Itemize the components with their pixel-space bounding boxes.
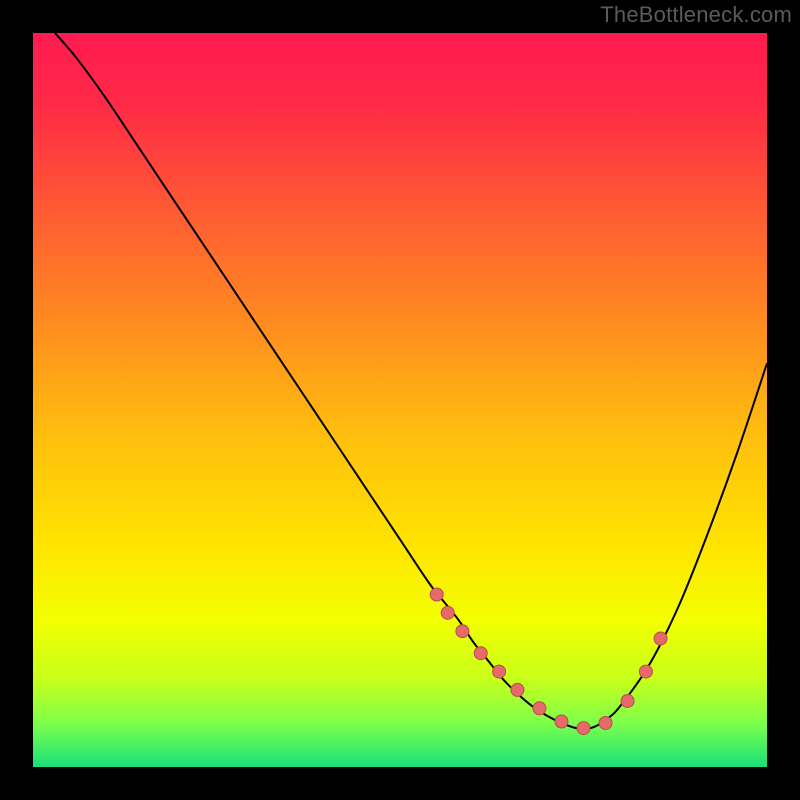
sample-dot: [639, 665, 652, 678]
chart-frame: TheBottleneck.com: [0, 0, 800, 800]
sample-dot: [599, 716, 612, 729]
chart-plot-area: [33, 33, 767, 767]
sample-dot: [474, 647, 487, 660]
sample-dot: [511, 683, 524, 696]
sample-dot: [555, 715, 568, 728]
watermark-text: TheBottleneck.com: [600, 2, 792, 28]
sample-dot: [456, 625, 469, 638]
sample-dot: [430, 588, 443, 601]
sample-dot: [577, 722, 590, 735]
sample-dot: [533, 702, 546, 715]
sample-dot: [621, 694, 634, 707]
sample-dot: [654, 632, 667, 645]
sample-dot: [441, 606, 454, 619]
gradient-background: [33, 33, 767, 767]
sample-dot: [493, 665, 506, 678]
chart-svg: [33, 33, 767, 767]
